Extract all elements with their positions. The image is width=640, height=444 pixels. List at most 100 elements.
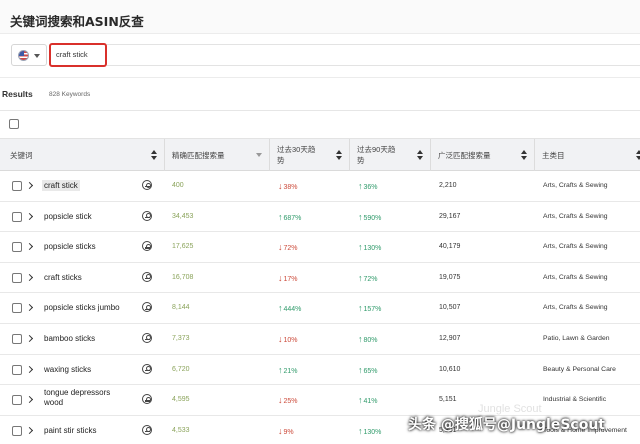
chevron-right-icon[interactable]: [27, 181, 33, 191]
sort-icon[interactable]: [151, 150, 157, 160]
table-row[interactable]: popsicle sticks 17,625 ↓72% ↑130% 40,179…: [0, 232, 640, 263]
row-checkbox[interactable]: [12, 364, 22, 375]
row-trend30: ↓25%: [278, 395, 298, 406]
col-trend90[interactable]: 过去90天趋势: [351, 139, 430, 172]
row-checkbox[interactable]: [12, 181, 22, 191]
col-keyword-label: 关键词: [10, 151, 33, 160]
sort-icon[interactable]: [636, 150, 640, 160]
row-exact-volume: 400: [172, 182, 184, 189]
dollar-coin-icon[interactable]: [142, 271, 152, 282]
table-row[interactable]: popsicle sticks jumbo 8,144 ↑444% ↑157% …: [0, 293, 640, 324]
row-trend30: ↓17%: [278, 272, 298, 283]
row-keyword[interactable]: paint stir sticks: [44, 426, 96, 435]
dollar-coin-icon[interactable]: [142, 424, 152, 435]
row-exact-volume: 6,720: [172, 365, 190, 373]
row-trend30: ↓38%: [278, 181, 298, 191]
table-row[interactable]: craft sticks 16,708 ↓17% ↑72% 19,075 Art…: [0, 262, 640, 294]
row-exact-volume: 17,625: [172, 243, 194, 251]
sort-icon[interactable]: [336, 150, 342, 160]
row-checkbox[interactable]: [12, 425, 22, 436]
results-label: Results: [2, 89, 33, 99]
row-trend90: ↑65%: [358, 364, 378, 375]
chevron-right-icon[interactable]: [27, 242, 33, 252]
chevron-right-icon[interactable]: [27, 334, 33, 344]
row-checkbox[interactable]: [12, 303, 22, 314]
row-keyword[interactable]: popsicle stick: [44, 212, 92, 221]
arrow-down-icon: ↓: [278, 333, 283, 344]
row-checkbox[interactable]: [12, 242, 22, 253]
row-keyword[interactable]: waxing sticks: [44, 365, 91, 374]
chevron-right-icon[interactable]: [27, 212, 33, 222]
search-input-extension[interactable]: [107, 44, 640, 66]
search-bar: craft stick: [0, 34, 640, 78]
dollar-coin-icon[interactable]: [142, 210, 152, 221]
arrow-down-icon: ↓: [278, 425, 283, 436]
country-select[interactable]: [11, 44, 47, 66]
row-trend30: ↓10%: [278, 333, 298, 344]
row-trend90: ↑41%: [358, 395, 378, 406]
dollar-coin-icon[interactable]: [142, 332, 152, 343]
chevron-right-icon[interactable]: [27, 426, 33, 436]
chevron-right-icon[interactable]: [27, 273, 33, 283]
col-keyword[interactable]: 关键词: [4, 139, 164, 172]
select-all-row: [0, 110, 640, 138]
row-checkbox[interactable]: [12, 211, 22, 222]
col-broad-label: 广泛匹配搜索量: [438, 151, 491, 160]
row-trend90: ↑80%: [358, 333, 378, 344]
col-trend30-label: 过去30天趋势: [277, 145, 316, 165]
row-broad-volume: 40,179: [439, 243, 461, 251]
col-category-label: 主类目: [542, 151, 565, 160]
arrow-up-icon: ↑: [358, 333, 363, 344]
arrow-down-icon: ↓: [278, 395, 283, 406]
sort-icon[interactable]: [417, 150, 423, 160]
row-keyword[interactable]: bamboo sticks: [44, 334, 95, 343]
table-row[interactable]: popsicle stick 34,453 ↑687% ↑590% 29,167…: [0, 201, 640, 233]
row-keyword[interactable]: craft stick: [42, 180, 80, 191]
keyword-table: 关键词 精确匹配搜索量 过去30天趋势 过去90天趋势 广泛匹配搜索量 主类目: [0, 138, 640, 444]
row-trend90: ↑36%: [358, 181, 378, 191]
col-broad[interactable]: 广泛匹配搜索量: [432, 139, 534, 172]
row-category: Arts, Crafts & Sewing: [543, 243, 608, 251]
results-count: 828 Keywords: [49, 91, 91, 98]
table-row[interactable]: bamboo sticks 7,373 ↓10% ↑80% 12,907 Pat…: [0, 323, 640, 355]
table-row[interactable]: tongue depressors wood 4,595 ↓25% ↑41% 5…: [0, 385, 640, 416]
col-category[interactable]: 主类目: [536, 139, 640, 172]
chevron-right-icon[interactable]: [27, 395, 33, 405]
sort-desc-icon[interactable]: [256, 150, 262, 160]
arrow-up-icon: ↑: [358, 364, 363, 375]
row-category: Arts, Crafts & Sewing: [543, 273, 608, 281]
row-exact-volume: 7,373: [172, 334, 190, 342]
table-row[interactable]: craft stick 400 ↓38% ↑36% 2,210 Arts, Cr…: [0, 171, 640, 202]
dollar-coin-icon[interactable]: [142, 241, 152, 252]
arrow-up-icon: ↑: [358, 181, 363, 191]
row-checkbox[interactable]: [12, 333, 22, 344]
row-keyword[interactable]: popsicle sticks jumbo: [44, 303, 120, 312]
arrow-up-icon: ↑: [358, 272, 363, 283]
dollar-coin-icon[interactable]: [142, 302, 152, 313]
chevron-right-icon[interactable]: [27, 365, 33, 375]
chevron-right-icon[interactable]: [27, 303, 33, 313]
row-broad-volume: 10,507: [439, 304, 461, 312]
row-keyword[interactable]: craft sticks: [44, 273, 82, 282]
search-input[interactable]: craft stick: [49, 43, 107, 67]
arrow-down-icon: ↓: [278, 272, 283, 283]
sort-icon[interactable]: [521, 150, 527, 160]
row-keyword[interactable]: popsicle sticks: [44, 242, 96, 251]
dollar-coin-icon[interactable]: [142, 394, 152, 405]
row-keyword[interactable]: tongue depressors wood: [44, 388, 124, 408]
row-category: Beauty & Personal Care: [543, 365, 616, 373]
row-trend30: ↑21%: [278, 364, 298, 375]
row-category: Patio, Lawn & Garden: [543, 334, 610, 342]
row-checkbox[interactable]: [12, 395, 22, 406]
col-trend30[interactable]: 过去30天趋势: [271, 139, 349, 172]
row-exact-volume: 4,595: [172, 396, 190, 404]
col-exact[interactable]: 精确匹配搜索量: [166, 139, 269, 172]
dollar-coin-icon[interactable]: [142, 363, 152, 374]
dollar-coin-icon[interactable]: [142, 180, 152, 190]
row-checkbox[interactable]: [12, 272, 22, 283]
col-exact-label: 精确匹配搜索量: [172, 151, 225, 160]
row-trend30: ↓72%: [278, 242, 298, 253]
row-trend90: ↑157%: [358, 303, 382, 314]
select-all-checkbox[interactable]: [9, 119, 19, 129]
table-row[interactable]: waxing sticks 6,720 ↑21% ↑65% 10,610 Bea…: [0, 354, 640, 386]
